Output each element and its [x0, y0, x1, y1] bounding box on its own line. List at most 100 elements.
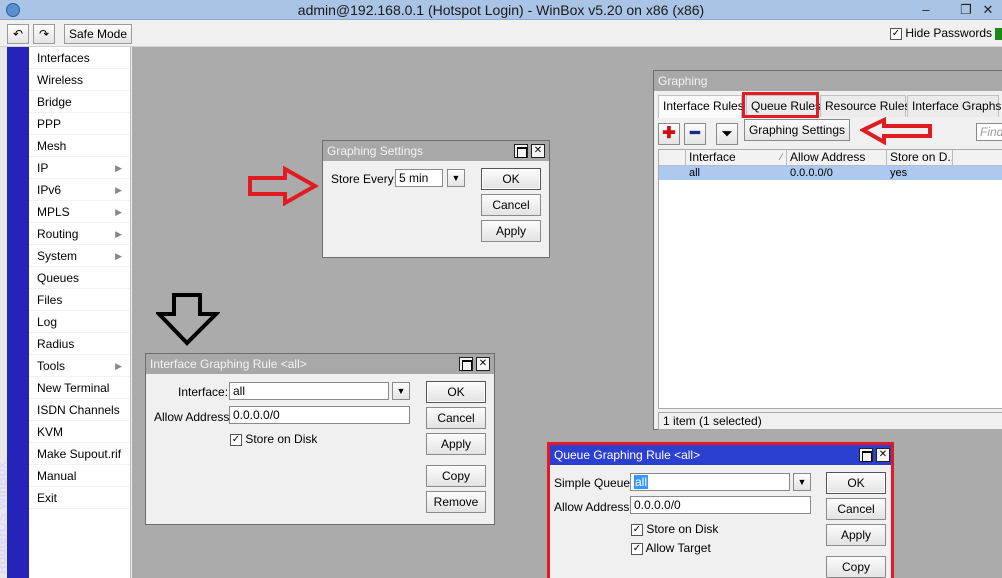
column-interface[interactable]: Interface ⁄ — [686, 150, 787, 166]
store-every-input[interactable]: 5 min — [395, 169, 443, 187]
store-on-disk-checkbox[interactable]: ✓ — [631, 523, 643, 536]
menu-item-interfaces[interactable]: Interfaces — [29, 47, 130, 69]
graphing-settings-window: Graphing Settings ✕ Store Every: 5 min ▼… — [322, 140, 550, 258]
remove-icon[interactable]: ━ — [684, 123, 706, 145]
menu-item-label: Manual — [37, 469, 77, 483]
menu-item-routing[interactable]: Routing ▶ — [29, 223, 130, 245]
window-title: admin@192.168.0.1 (Hotspot Login) - WinB… — [297, 2, 705, 18]
menu-item-exit[interactable]: Exit — [29, 487, 130, 509]
close-icon[interactable]: ✕ — [876, 448, 890, 462]
filter-icon[interactable]: ⏷ — [716, 123, 738, 145]
menu-item-kvm[interactable]: KVM — [29, 421, 130, 443]
allow-target-option[interactable]: ✓ Allow Target — [631, 541, 711, 555]
menu-item-mpls[interactable]: MPLS ▶ — [29, 201, 130, 223]
copy-button[interactable]: Copy — [426, 465, 486, 487]
vertical-brand-text: RouterOS WinBox — [0, 461, 9, 574]
menu-item-new-terminal[interactable]: New Terminal — [29, 377, 130, 399]
minimize-button[interactable]: – — [912, 1, 940, 19]
copy-button[interactable]: Copy — [826, 556, 886, 578]
ok-button[interactable]: OK — [481, 168, 541, 190]
window-titlebar: admin@192.168.0.1 (Hotspot Login) - WinB… — [0, 0, 1002, 20]
close-icon[interactable]: ✕ — [531, 144, 545, 158]
simple-queue-input[interactable]: all — [630, 473, 790, 491]
ok-button[interactable]: OK — [826, 472, 886, 494]
black-arrow-down-icon — [156, 293, 220, 346]
ok-button[interactable]: OK — [426, 381, 486, 403]
menu-item-log[interactable]: Log — [29, 311, 130, 333]
apply-button[interactable]: Apply — [426, 433, 486, 455]
allow-address-input[interactable]: 0.0.0.0/0 — [229, 406, 410, 424]
store-on-disk-checkbox[interactable]: ✓ — [230, 433, 242, 446]
toolbar: ↶ ↷ Safe Mode ✓ Hide Passwords — [0, 20, 1002, 47]
table-header: Interface ⁄ Allow Address Store on D... — [659, 150, 1002, 166]
store-on-disk-label: Store on Disk — [245, 432, 318, 446]
column-allow-address[interactable]: Allow Address — [787, 150, 887, 166]
hide-passwords-label: Hide Passwords — [905, 26, 993, 40]
red-arrow-right-icon — [248, 166, 319, 206]
tab-resource-rules[interactable]: Resource Rules — [820, 95, 910, 117]
menu-item-label: KVM — [37, 425, 64, 439]
menu-item-ppp[interactable]: PPP — [29, 113, 130, 135]
redo-button[interactable]: ↷ — [33, 24, 55, 44]
menu-item-label: MPLS — [37, 205, 70, 219]
allow-address-input[interactable]: 0.0.0.0/0 — [630, 496, 811, 514]
menu-item-queues[interactable]: Queues — [29, 267, 130, 289]
store-every-dropdown[interactable]: ▼ — [447, 169, 465, 187]
menu-item-ipv6[interactable]: IPv6 ▶ — [29, 179, 130, 201]
cancel-button[interactable]: Cancel — [481, 194, 541, 216]
apply-button[interactable]: Apply — [481, 220, 541, 242]
table-header-blank — [659, 150, 686, 166]
apply-button[interactable]: Apply — [826, 524, 886, 546]
submenu-arrow-icon: ▶ — [115, 185, 122, 195]
remove-button[interactable]: Remove — [426, 491, 486, 513]
menu-item-label: System — [37, 249, 78, 263]
find-input[interactable]: Find — [976, 123, 1002, 141]
menu-item-ip[interactable]: IP ▶ — [29, 157, 130, 179]
safe-mode-button[interactable]: Safe Mode — [64, 24, 132, 44]
cancel-button[interactable]: Cancel — [426, 407, 486, 429]
submenu-arrow-icon: ▶ — [115, 229, 122, 239]
hide-passwords-option[interactable]: ✓ Hide Passwords — [890, 26, 992, 40]
menu-item-label: Routing — [37, 227, 79, 241]
undo-button[interactable]: ↶ — [7, 24, 29, 44]
close-button[interactable]: ✕ — [974, 1, 1002, 19]
maximize-icon[interactable] — [859, 448, 873, 462]
main-menu: Interfaces Wireless Bridge PPP Mesh IP ▶ IPv6 ▶ M… — [29, 47, 131, 578]
menu-item-bridge[interactable]: Bridge — [29, 91, 130, 113]
menu-item-system[interactable]: System ▶ — [29, 245, 130, 267]
menu-item-isdn-channels[interactable]: ISDN Channels — [29, 399, 130, 421]
store-on-disk-option[interactable]: ✓ Store on Disk — [631, 522, 718, 536]
red-arrow-left-icon — [860, 117, 932, 145]
status-bar: 1 item (1 selected) — [658, 412, 1002, 430]
menu-item-manual[interactable]: Manual — [29, 465, 130, 487]
graphing-settings-button[interactable]: Graphing Settings — [744, 119, 850, 141]
simple-queue-label: Simple Queue: — [554, 476, 634, 490]
menu-item-tools[interactable]: Tools ▶ — [29, 355, 130, 377]
menu-item-label: Wireless — [37, 73, 84, 87]
close-icon[interactable]: ✕ — [476, 357, 490, 371]
menu-item-files[interactable]: Files — [29, 289, 130, 311]
graphing-titlebar: Graphing — [654, 71, 1002, 91]
menu-item-radius[interactable]: Radius — [29, 333, 130, 355]
allow-target-checkbox[interactable]: ✓ — [631, 542, 643, 555]
maximize-icon[interactable] — [459, 357, 473, 371]
menu-item-make-supout-rif[interactable]: Make Supout.rif — [29, 443, 130, 465]
add-icon[interactable]: ✚ — [658, 123, 680, 145]
table-row[interactable]: all 0.0.0.0/0 yes — [659, 166, 1002, 180]
allow-address-label: Allow Address: — [154, 410, 233, 424]
column-store-on-disk[interactable]: Store on D... — [887, 150, 953, 166]
tab-interface-rules[interactable]: Interface Rules — [658, 95, 744, 118]
maximize-icon[interactable] — [514, 144, 528, 158]
store-on-disk-option[interactable]: ✓ Store on Disk — [230, 432, 317, 446]
interface-rule-titlebar: Interface Graphing Rule <all> ✕ — [146, 354, 494, 374]
menu-item-mesh[interactable]: Mesh — [29, 135, 130, 157]
status-indicator — [995, 28, 1002, 40]
chevron-down-icon: ▼ — [797, 477, 807, 487]
hide-passwords-checkbox[interactable]: ✓ — [890, 27, 902, 40]
interface-input[interactable]: all — [229, 382, 389, 400]
cancel-button[interactable]: Cancel — [826, 498, 886, 520]
interface-dropdown[interactable]: ▼ — [392, 382, 410, 400]
simple-queue-dropdown[interactable]: ▼ — [793, 473, 811, 491]
menu-item-wireless[interactable]: Wireless — [29, 69, 130, 91]
tab-interface-graphs[interactable]: Interface Graphs — [907, 95, 1001, 117]
